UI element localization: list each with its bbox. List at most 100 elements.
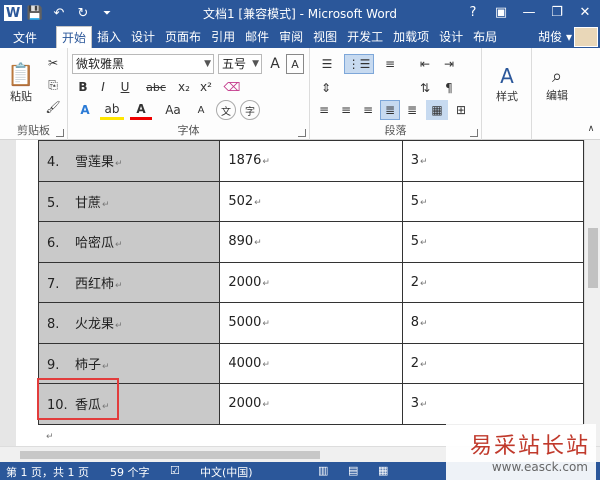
table-row: 10. 香瓜↵ 2000↵ 3↵ [37,383,585,425]
phonetic-guide-icon[interactable]: 文 [216,100,236,120]
web-layout-icon[interactable]: ▦ [378,464,388,477]
watermark-url: www.easck.com [491,460,588,474]
name-cell[interactable]: 8. 火龙果↵ [37,302,221,344]
shrink-font-icon[interactable]: A [192,100,210,120]
vertical-scrollbar[interactable] [584,140,600,446]
value-cell[interactable]: 5000↵ [219,302,403,344]
align-right-icon[interactable]: ≡ [358,100,378,120]
chinese-layout-icon[interactable]: ⇕ [314,78,338,98]
tab-0[interactable]: 开始 [56,26,93,48]
proofing-icon[interactable]: ☑ [170,464,180,477]
cut-icon[interactable]: ✂ [44,54,62,72]
multilevel-list-icon[interactable]: ≡ [378,54,402,74]
font-name-select[interactable]: 微软雅黑 ▼ [72,54,214,74]
read-mode-icon[interactable]: ▥ [318,464,328,477]
format-painter-icon[interactable]: 🖌 [44,98,62,116]
bold-button[interactable]: B [74,78,92,96]
paragraph-launcher-icon[interactable] [470,129,478,137]
sort-icon[interactable]: ⇅ [414,78,436,98]
count-cell[interactable]: 5↵ [401,221,585,263]
vertical-scroll-thumb[interactable] [588,228,598,288]
tab-1[interactable]: 插入 [92,26,126,48]
clear-format-icon[interactable]: A [286,54,304,74]
enclose-char-icon[interactable]: 字 [240,100,260,120]
tab-7[interactable]: 视图 [308,26,342,48]
editing-label: 编辑 [546,88,568,102]
value-cell[interactable]: 1876↵ [219,140,403,182]
count-cell[interactable]: 2↵ [401,261,585,303]
word-count[interactable]: 59 个字 [110,464,150,480]
name-cell[interactable]: 6. 哈密瓜↵ [37,221,221,263]
strikethrough-button[interactable]: abc [142,78,170,96]
italic-button[interactable]: I [94,78,112,96]
clipboard-launcher-icon[interactable] [56,129,64,137]
decrease-indent-icon[interactable]: ⇤ [414,54,436,74]
count-cell[interactable]: 3↵ [401,140,585,182]
underline-button[interactable]: U [114,78,136,96]
fruit-table: 4. 雪莲果↵ 1876↵ 3↵ 5. 甘蔗↵ 502↵ 5↵ 6. 哈密瓜↵ 890↵ 5↵ 7. 西红… [37,140,585,425]
value-cell[interactable]: 2000↵ [219,261,403,303]
tab-11[interactable]: 布局 [468,26,502,48]
increase-indent-icon[interactable]: ⇥ [438,54,460,74]
minimize-button[interactable]: — [516,2,542,22]
value-cell[interactable]: 502↵ [219,180,403,222]
superscript-button[interactable]: x² [196,78,216,96]
highlight-icon[interactable]: ab [100,100,124,120]
name-cell[interactable]: 4. 雪莲果↵ [37,140,221,182]
paragraph-group: ☰ ⋮☰ ≡ ⇤ ⇥ ⇕ ⇅ ¶ ≡ ≡ ≡ ≣ ≣ ▦ ⊞ 段落 [310,48,482,140]
tab-9[interactable]: 加载项 [388,26,434,48]
ribbon-display-options-icon[interactable]: ▣ [488,2,514,22]
text-effects-icon[interactable]: A [74,100,96,120]
paste-button[interactable]: 📋 粘贴 [4,54,38,112]
numbering-icon[interactable]: ⋮☰ [344,54,374,74]
align-center-icon[interactable]: ≡ [336,100,356,120]
value-cell[interactable]: 2000↵ [219,383,403,425]
table-row: 6. 哈密瓜↵ 890↵ 5↵ [37,221,585,263]
cell-mark: ↵ [254,238,262,249]
styles-button[interactable]: A 样式 [486,54,528,114]
tab-10[interactable]: 设计 [434,26,468,48]
restore-button[interactable]: ❐ [544,2,570,22]
tab-2[interactable]: 设计 [126,26,160,48]
count-cell[interactable]: 8↵ [401,302,585,344]
table-row: 9. 柿子↵ 4000↵ 2↵ [37,342,585,384]
count-cell[interactable]: 3↵ [401,383,585,425]
editing-button[interactable]: ⌕ 编辑 [536,54,578,114]
user-name[interactable]: 胡俊 ▾ [538,26,572,48]
name-cell[interactable]: 7. 西红柿↵ [37,261,221,303]
name-cell[interactable]: 5. 甘蔗↵ [37,180,221,222]
distributed-icon[interactable]: ≣ [402,100,422,120]
grow-font-icon[interactable]: A [266,54,284,74]
language[interactable]: 中文(中国) [200,464,253,480]
tab-6[interactable]: 审阅 [274,26,308,48]
count-cell[interactable]: 2↵ [401,342,585,384]
count-cell[interactable]: 5↵ [401,180,585,222]
horizontal-scroll-thumb[interactable] [20,451,320,459]
justify-icon[interactable]: ≣ [380,100,400,120]
show-marks-icon[interactable]: ¶ [438,78,460,98]
tab-4[interactable]: 引用 [206,26,240,48]
bullets-icon[interactable]: ☰ [314,54,340,74]
tab-file[interactable]: 文件 [0,26,50,48]
shading-icon[interactable]: ▦ [426,100,448,120]
eraser-icon[interactable]: ⌫ [222,78,242,96]
tab-8[interactable]: 开发工 [342,26,388,48]
print-layout-icon[interactable]: ▤ [348,464,358,477]
change-case-icon[interactable]: Aa [158,100,188,120]
borders-icon[interactable]: ⊞ [450,100,472,120]
tab-5[interactable]: 邮件 [240,26,274,48]
page-count[interactable]: 第 1 页，共 1 页 [6,464,89,480]
tab-3[interactable]: 页面布 [160,26,206,48]
collapse-ribbon-icon[interactable]: ∧ [584,122,598,136]
copy-icon[interactable]: ⎘ [44,76,62,94]
font-size-select[interactable]: 五号 ▼ [218,54,262,74]
align-left-icon[interactable]: ≡ [314,100,334,120]
help-button[interactable]: ? [460,2,486,22]
value-cell[interactable]: 4000↵ [219,342,403,384]
avatar[interactable] [574,27,598,47]
close-button[interactable]: ✕ [572,2,598,22]
font-launcher-icon[interactable] [298,129,306,137]
subscript-button[interactable]: x₂ [174,78,194,96]
value-cell[interactable]: 890↵ [219,221,403,263]
font-color-icon[interactable]: A [130,100,152,120]
